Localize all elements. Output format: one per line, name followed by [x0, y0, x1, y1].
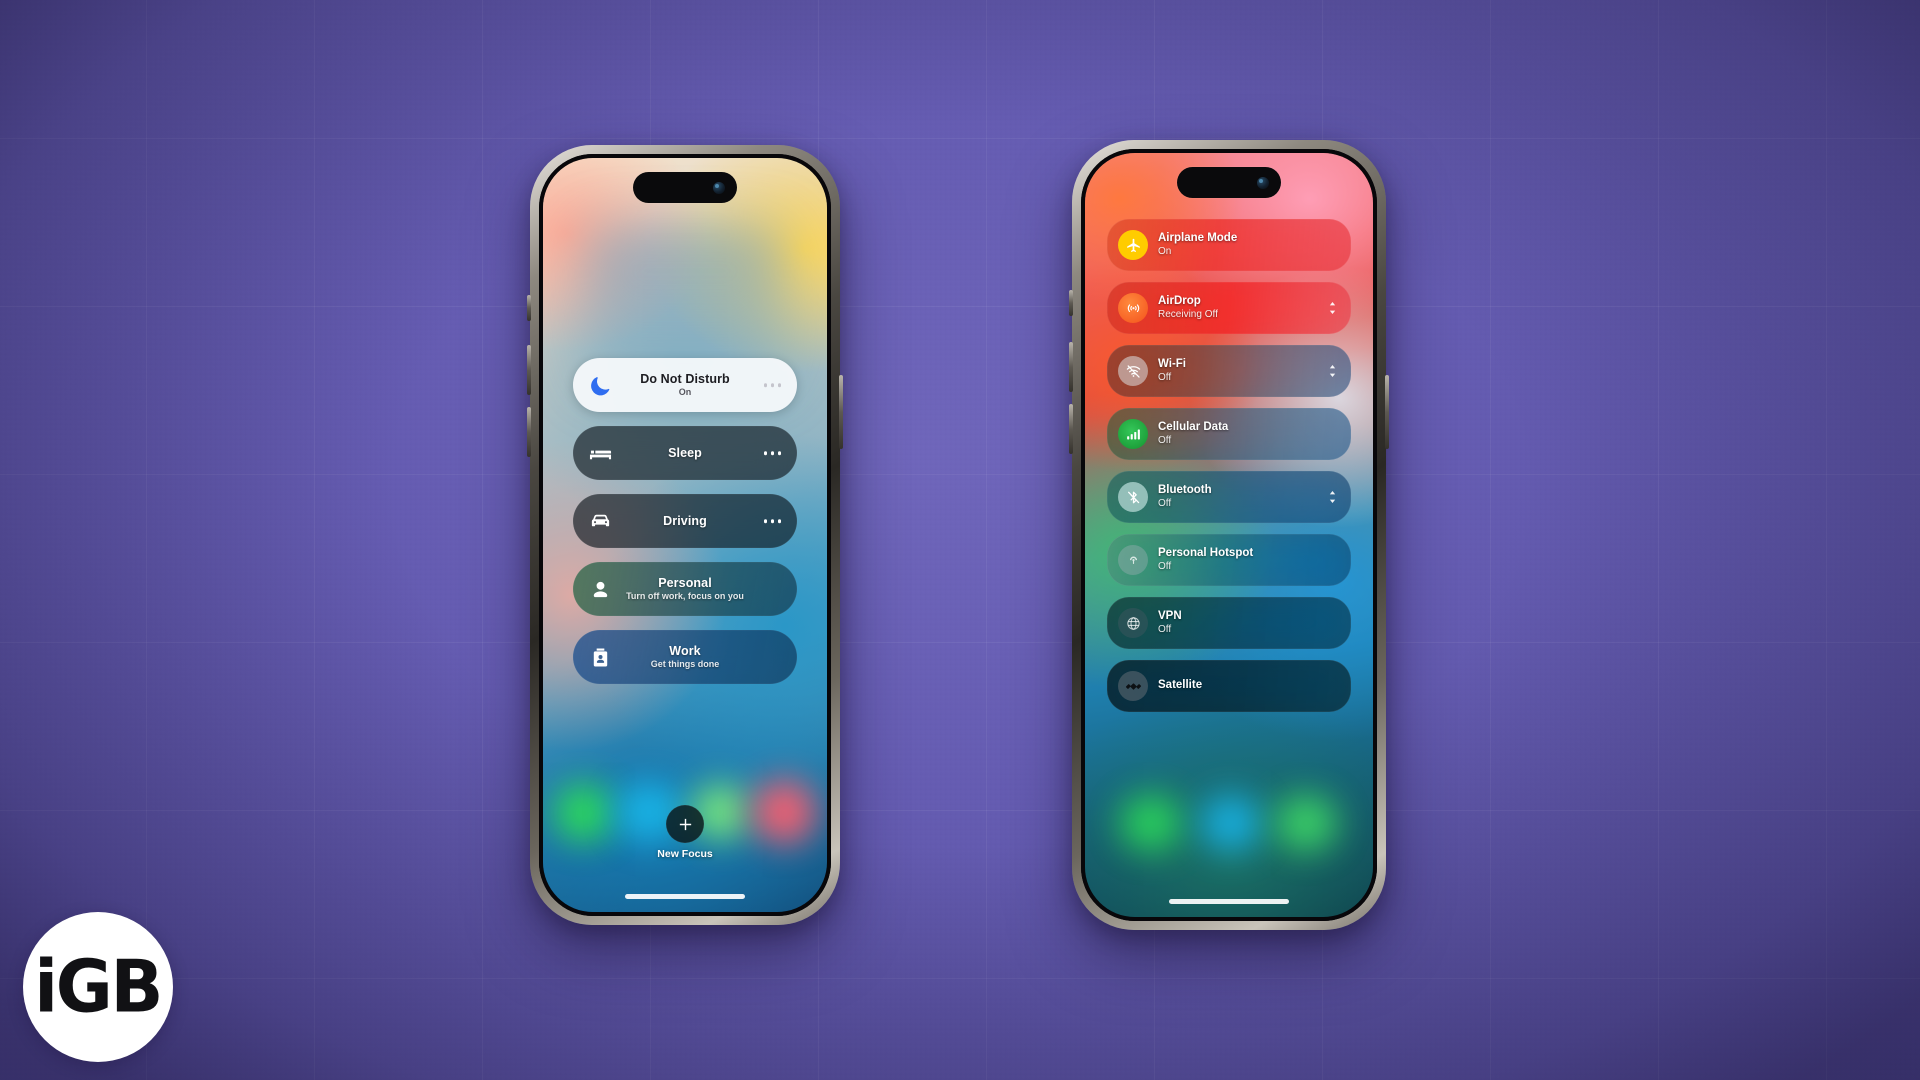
dynamic-island: [1177, 167, 1281, 198]
vpn-icon: [1118, 608, 1148, 638]
control-row-wifi[interactable]: Wi-Fi Off: [1107, 345, 1351, 397]
focus-mode-list: Do Not Disturb On Sleep Driving Personal…: [573, 358, 797, 684]
wifi-slash-icon: [1118, 356, 1148, 386]
phone-right: Airplane Mode On AirDrop Receiving Off W…: [1069, 140, 1389, 930]
expand-chevron-icon[interactable]: [1327, 489, 1338, 505]
phone-right-body: Airplane Mode On AirDrop Receiving Off W…: [1081, 149, 1377, 921]
control-text-block: Airplane Mode On: [1158, 232, 1237, 258]
satellite-icon: [1118, 671, 1148, 701]
airdrop-icon: [1118, 293, 1148, 323]
volume-up-button[interactable]: [527, 345, 531, 395]
mute-button[interactable]: [527, 295, 531, 321]
control-row-personal-hotspot[interactable]: Personal Hotspot Off: [1107, 534, 1351, 586]
dynamic-island: [633, 172, 737, 203]
person-icon: [587, 576, 613, 602]
hotspot-icon: [1118, 545, 1148, 575]
power-button[interactable]: [1385, 375, 1389, 449]
control-title: Cellular Data: [1158, 420, 1229, 433]
desk-vignette: [0, 0, 1920, 1080]
control-title: Wi-Fi: [1158, 357, 1186, 370]
control-text-block: VPN Off: [1158, 610, 1182, 636]
control-title: Bluetooth: [1158, 483, 1212, 496]
control-subtitle: Off: [1158, 371, 1172, 383]
phone-right-screen: Airplane Mode On AirDrop Receiving Off W…: [1085, 153, 1373, 917]
more-options-icon[interactable]: [763, 451, 781, 455]
control-title: Personal Hotspot: [1158, 546, 1254, 559]
airplane-icon: [1118, 230, 1148, 260]
bed-icon: [587, 440, 613, 466]
control-title: Airplane Mode: [1158, 231, 1238, 244]
control-row-airplane-mode[interactable]: Airplane Mode On: [1107, 219, 1351, 271]
moon-icon: [587, 372, 613, 398]
control-text-block: Personal Hotspot Off: [1158, 547, 1253, 573]
front-camera-icon: [1257, 176, 1269, 189]
focus-title: Personal: [658, 575, 712, 590]
focus-title: Do Not Disturb: [640, 371, 730, 386]
focus-subtitle: Get things done: [650, 659, 720, 670]
phone-left-body: Do Not Disturb On Sleep Driving Personal…: [539, 154, 831, 916]
dock-blob-blue: [1200, 795, 1263, 851]
focus-row-do-not-disturb[interactable]: Do Not Disturb On: [573, 358, 797, 412]
new-focus-label: New Focus: [657, 848, 713, 860]
igb-logo-text: iGB: [34, 944, 163, 1029]
plus-icon: [679, 818, 691, 830]
control-center-list: Airplane Mode On AirDrop Receiving Off W…: [1107, 219, 1351, 712]
control-title: VPN: [1158, 609, 1182, 622]
bluetooth-slash-icon: [1118, 482, 1148, 512]
control-row-bluetooth[interactable]: Bluetooth Off: [1107, 471, 1351, 523]
control-title: Satellite: [1158, 679, 1203, 692]
power-button[interactable]: [839, 375, 843, 449]
phone-left: Do Not Disturb On Sleep Driving Personal…: [527, 145, 843, 925]
car-icon: [587, 508, 613, 534]
control-row-satellite[interactable]: Satellite: [1107, 660, 1351, 712]
control-subtitle: On: [1158, 245, 1172, 257]
more-options-icon[interactable]: [763, 519, 781, 523]
control-text-block: Wi-Fi Off: [1158, 358, 1186, 384]
control-row-cellular-data[interactable]: Cellular Data Off: [1107, 408, 1351, 460]
control-subtitle: Off: [1158, 434, 1172, 446]
volume-down-button[interactable]: [527, 407, 531, 457]
mute-button[interactable]: [1069, 290, 1073, 316]
control-text-block: Cellular Data Off: [1158, 421, 1228, 447]
control-row-airdrop[interactable]: AirDrop Receiving Off: [1107, 282, 1351, 334]
dock-blob-green2: [1275, 795, 1338, 851]
volume-up-button[interactable]: [1069, 342, 1073, 392]
focus-row-sleep[interactable]: Sleep: [573, 426, 797, 480]
control-row-vpn[interactable]: VPN Off: [1107, 597, 1351, 649]
focus-row-work[interactable]: Work Get things done: [573, 630, 797, 684]
dock-blobs: [1085, 767, 1373, 917]
control-subtitle: Receiving Off: [1158, 308, 1218, 320]
control-subtitle: Off: [1158, 560, 1172, 572]
control-text-block: Satellite: [1158, 679, 1202, 693]
phone-left-screen: Do Not Disturb On Sleep Driving Personal…: [543, 158, 827, 912]
focus-row-personal[interactable]: Personal Turn off work, focus on you: [573, 562, 797, 616]
focus-title: Sleep: [668, 445, 702, 460]
focus-title: Work: [669, 643, 701, 658]
focus-subtitle: Turn off work, focus on you: [626, 591, 744, 602]
control-subtitle: Off: [1158, 623, 1172, 635]
focus-row-driving[interactable]: Driving: [573, 494, 797, 548]
cellular-icon: [1118, 419, 1148, 449]
home-indicator[interactable]: [625, 894, 745, 899]
home-indicator[interactable]: [1169, 899, 1289, 904]
volume-down-button[interactable]: [1069, 404, 1073, 454]
focus-title: Driving: [663, 513, 707, 528]
control-text-block: AirDrop Receiving Off: [1158, 295, 1218, 321]
expand-chevron-icon[interactable]: [1327, 300, 1338, 316]
focus-subtitle: On: [678, 387, 692, 398]
new-focus-block: New Focus: [543, 805, 827, 860]
badge-icon: [587, 644, 613, 670]
dock-blob-green: [1119, 795, 1182, 851]
igb-watermark-logo: iGB: [23, 912, 173, 1062]
control-subtitle: Off: [1158, 497, 1172, 509]
more-options-icon[interactable]: [763, 383, 781, 387]
new-focus-button[interactable]: [666, 805, 704, 843]
expand-chevron-icon[interactable]: [1327, 363, 1338, 379]
front-camera-icon: [713, 181, 725, 194]
control-text-block: Bluetooth Off: [1158, 484, 1212, 510]
control-title: AirDrop: [1158, 294, 1201, 307]
